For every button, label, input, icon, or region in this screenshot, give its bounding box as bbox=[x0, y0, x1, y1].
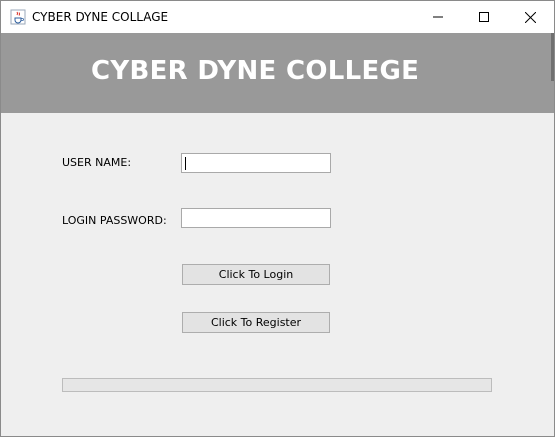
username-label: USER NAME: bbox=[62, 156, 132, 169]
minimize-icon bbox=[433, 16, 443, 18]
text-caret bbox=[185, 157, 186, 170]
password-label: LOGIN PASSWORD: bbox=[62, 214, 167, 227]
maximize-icon bbox=[479, 12, 489, 22]
login-button[interactable]: Click To Login bbox=[182, 264, 330, 285]
maximize-button[interactable] bbox=[461, 1, 507, 33]
java-cup-icon bbox=[10, 9, 26, 25]
title-bar: CYBER DYNE COLLAGE bbox=[1, 1, 554, 33]
password-input[interactable] bbox=[181, 208, 331, 228]
minimize-button[interactable] bbox=[415, 1, 461, 33]
login-window: CYBER DYNE COLLAGE CYBER DYNE COLLEGE US… bbox=[0, 0, 555, 437]
close-icon bbox=[524, 11, 536, 23]
close-button[interactable] bbox=[507, 1, 553, 33]
window-title: CYBER DYNE COLLAGE bbox=[32, 10, 169, 24]
progress-bar bbox=[62, 378, 492, 392]
header-banner: CYBER DYNE COLLEGE bbox=[1, 33, 554, 113]
register-button[interactable]: Click To Register bbox=[182, 312, 330, 333]
window-edge bbox=[551, 33, 554, 81]
banner-title: CYBER DYNE COLLEGE bbox=[91, 56, 420, 86]
username-input[interactable] bbox=[181, 153, 331, 173]
